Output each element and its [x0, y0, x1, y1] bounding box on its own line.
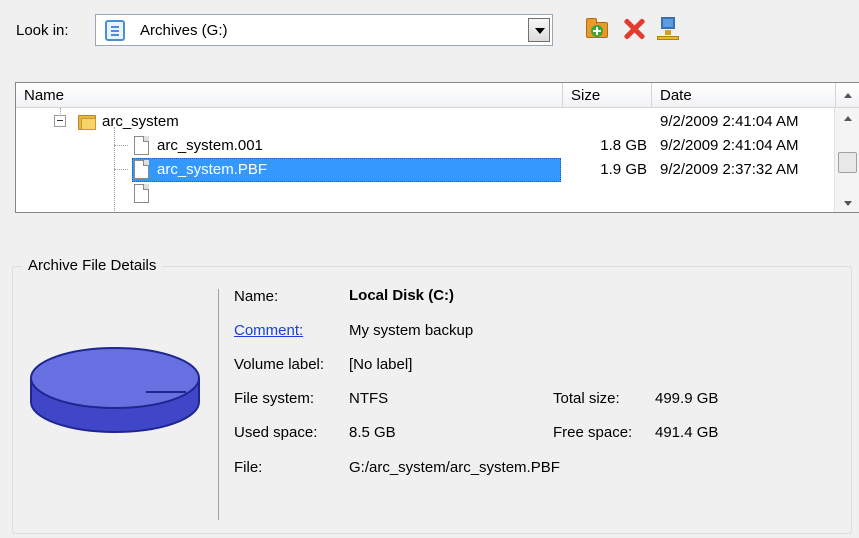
used-space-label: Used space: [234, 424, 318, 441]
column-header-name[interactable]: Name [16, 83, 563, 108]
free-space-label: Free space: [553, 424, 633, 441]
table-row-folder[interactable]: arc_system 9/2/2009 2:41:04 AM [16, 110, 836, 134]
collapse-icon[interactable] [54, 115, 66, 127]
divider [218, 289, 219, 520]
row-size: 1.8 GB [600, 137, 647, 154]
disk-icon [30, 347, 200, 433]
file-icon [134, 160, 149, 179]
scroll-down-icon[interactable] [844, 201, 852, 206]
look-in-value: Archives (G:) [140, 22, 228, 39]
used-space-value: 8.5 GB [349, 424, 396, 441]
drive-icon [105, 20, 125, 41]
sort-arrow-icon [836, 83, 859, 108]
file-system-label: File system: [234, 390, 315, 407]
table-row[interactable]: arc_system.001 1.8 GB 9/2/2009 2:41:04 A… [16, 134, 836, 158]
scroll-thumb[interactable] [838, 152, 857, 173]
group-title: Archive File Details [22, 257, 163, 274]
row-name: arc_system.PBF [157, 161, 268, 178]
total-size-label: Total size: [553, 390, 620, 407]
comment-link[interactable]: Comment: [234, 322, 303, 339]
table-row-selected[interactable]: arc_system.PBF 1.9 GB 9/2/2009 2:37:32 A… [16, 158, 836, 182]
total-size-value: 499.9 GB [655, 390, 719, 407]
network-icon [661, 17, 675, 29]
file-icon [134, 136, 149, 155]
row-date: 9/2/2009 2:37:32 AM [660, 161, 799, 178]
name-value: Local Disk (C:) [349, 287, 455, 304]
row-name: arc_system [102, 113, 179, 130]
comment-value: My system backup [349, 322, 474, 339]
folder-icon [78, 113, 98, 130]
new-folder-button[interactable] [584, 16, 610, 42]
file-list-header: Name Size Date [16, 83, 859, 108]
scroll-up-icon[interactable] [844, 116, 852, 121]
column-header-size[interactable]: Size [563, 83, 652, 108]
file-system-value: NTFS [349, 390, 389, 407]
file-list[interactable]: Name Size Date arc_system 9/2/2009 2:41:… [15, 82, 859, 213]
file-path-value: G:/arc_system/arc_system.PBF [349, 459, 560, 476]
row-name: arc_system.001 [157, 137, 263, 154]
delete-button[interactable] [621, 16, 647, 42]
file-icon [134, 184, 149, 203]
dropdown-arrow-button[interactable] [528, 18, 550, 42]
look-in-dropdown[interactable]: Archives (G:) [95, 14, 553, 46]
look-in-label: Look in: [16, 22, 69, 39]
row-date: 9/2/2009 2:41:04 AM [660, 137, 799, 154]
row-date: 9/2/2009 2:41:04 AM [660, 113, 799, 130]
file-label: File: [234, 459, 263, 476]
network-button[interactable] [656, 16, 682, 42]
free-space-value: 491.4 GB [655, 424, 719, 441]
volume-label-label: Volume label: [234, 356, 325, 373]
name-label: Name: [234, 288, 279, 305]
column-header-date[interactable]: Date [652, 83, 836, 108]
row-size: 1.9 GB [600, 161, 647, 178]
vertical-scrollbar[interactable] [834, 108, 859, 212]
volume-label-value: [No label] [349, 356, 413, 373]
